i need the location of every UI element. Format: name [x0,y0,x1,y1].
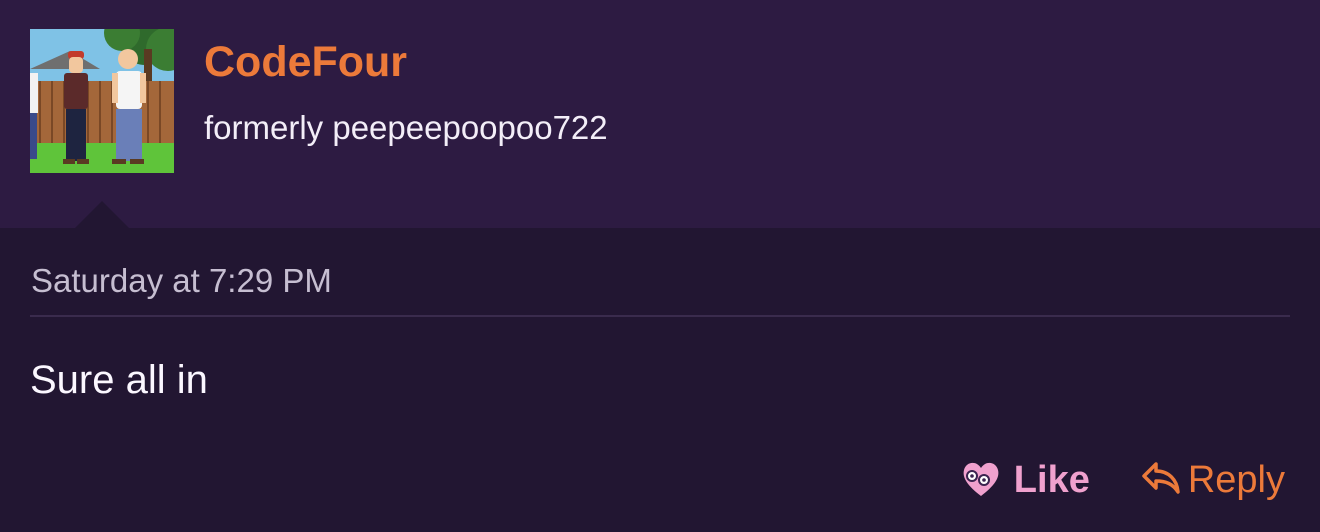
heart-face-icon [960,458,1002,503]
speech-bubble-pointer [75,201,129,228]
avatar-image [30,29,174,173]
username[interactable]: CodeFour [204,38,407,87]
like-button[interactable]: Like [960,458,1090,503]
like-label: Like [1013,459,1090,501]
post-message: Sure all in [30,358,208,402]
post-header: CodeFour formerly peepeepoopoo722 [0,0,1320,228]
divider [30,315,1290,317]
reply-label: Reply [1187,459,1285,501]
user-avatar[interactable] [30,29,174,173]
reply-button[interactable]: Reply [1140,459,1285,502]
forum-post: CodeFour formerly peepeepoopoo722 Saturd… [0,0,1320,532]
post-actions: Like Reply [960,458,1285,503]
user-title: formerly peepeepoopoo722 [204,109,608,146]
reply-arrow-icon [1140,460,1182,501]
post-timestamp[interactable]: Saturday at 7:29 PM [31,262,332,300]
